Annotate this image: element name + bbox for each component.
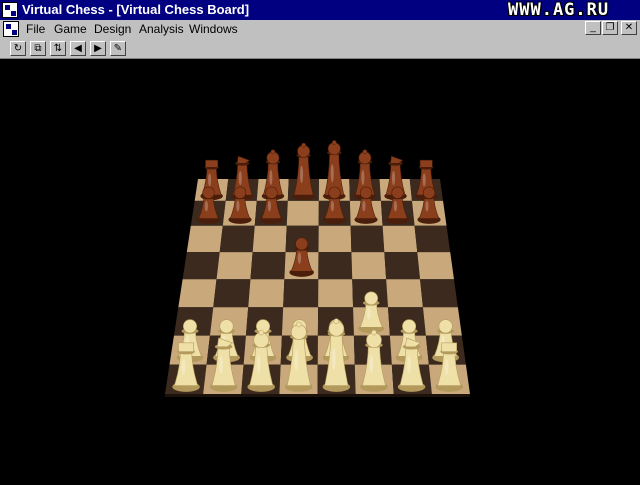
setup-position-icon[interactable]: ⧉ xyxy=(30,41,46,56)
black-queen-d8[interactable] xyxy=(292,142,315,201)
move-back-icon[interactable]: ◀ xyxy=(70,41,86,56)
square-h5[interactable] xyxy=(417,252,454,280)
restore-icon[interactable]: ❐ xyxy=(602,21,618,35)
square-d4[interactable] xyxy=(283,279,319,308)
square-f5[interactable] xyxy=(351,252,387,280)
watermark: WWW.AG.RU xyxy=(508,0,610,20)
document-icon[interactable] xyxy=(3,21,19,37)
square-h6[interactable] xyxy=(414,225,451,253)
square-b5[interactable] xyxy=(216,252,253,280)
menu-windows[interactable]: Windows xyxy=(189,22,238,37)
toolbar: ↻ ⧉ ⇅ ◀ ▶ ✎ xyxy=(0,39,640,59)
square-c5[interactable] xyxy=(250,252,286,280)
move-forward-icon[interactable]: ▶ xyxy=(90,41,106,56)
menu-analysis[interactable]: Analysis xyxy=(139,22,184,37)
edit-mode-icon[interactable]: ✎ xyxy=(110,41,126,56)
square-f6[interactable] xyxy=(350,225,385,253)
square-e6[interactable] xyxy=(318,225,352,253)
close-icon[interactable]: ✕ xyxy=(621,21,637,35)
menu-design[interactable]: Design xyxy=(94,22,131,37)
menu-bar: File Game Design Analysis Windows _ ❐ ✕ xyxy=(0,20,640,39)
square-e4[interactable] xyxy=(318,279,354,308)
menu-file[interactable]: File xyxy=(26,22,45,37)
square-c4[interactable] xyxy=(248,279,285,308)
square-e5[interactable] xyxy=(318,252,353,280)
square-g4[interactable] xyxy=(386,279,423,308)
square-a6[interactable] xyxy=(186,225,223,253)
minimize-icon[interactable]: _ xyxy=(585,21,601,35)
square-a5[interactable] xyxy=(182,252,220,280)
flip-board-icon[interactable]: ⇅ xyxy=(50,41,66,56)
rotate-board-icon[interactable]: ↻ xyxy=(10,41,26,56)
chess-board[interactable] xyxy=(0,59,640,480)
square-b4[interactable] xyxy=(213,279,251,308)
app-icon[interactable] xyxy=(2,2,18,18)
window-title: Virtual Chess - [Virtual Chess Board] xyxy=(22,2,250,17)
square-g6[interactable] xyxy=(382,225,418,253)
board-viewport[interactable] xyxy=(0,59,640,480)
title-bar: Virtual Chess - [Virtual Chess Board] WW… xyxy=(0,0,640,20)
square-d7[interactable] xyxy=(286,200,319,226)
square-g5[interactable] xyxy=(384,252,421,280)
board-edge xyxy=(165,394,470,397)
square-c6[interactable] xyxy=(252,225,287,253)
square-h4[interactable] xyxy=(420,279,458,308)
square-b6[interactable] xyxy=(219,225,255,253)
menu-game[interactable]: Game xyxy=(54,22,87,37)
square-a4[interactable] xyxy=(178,279,217,308)
